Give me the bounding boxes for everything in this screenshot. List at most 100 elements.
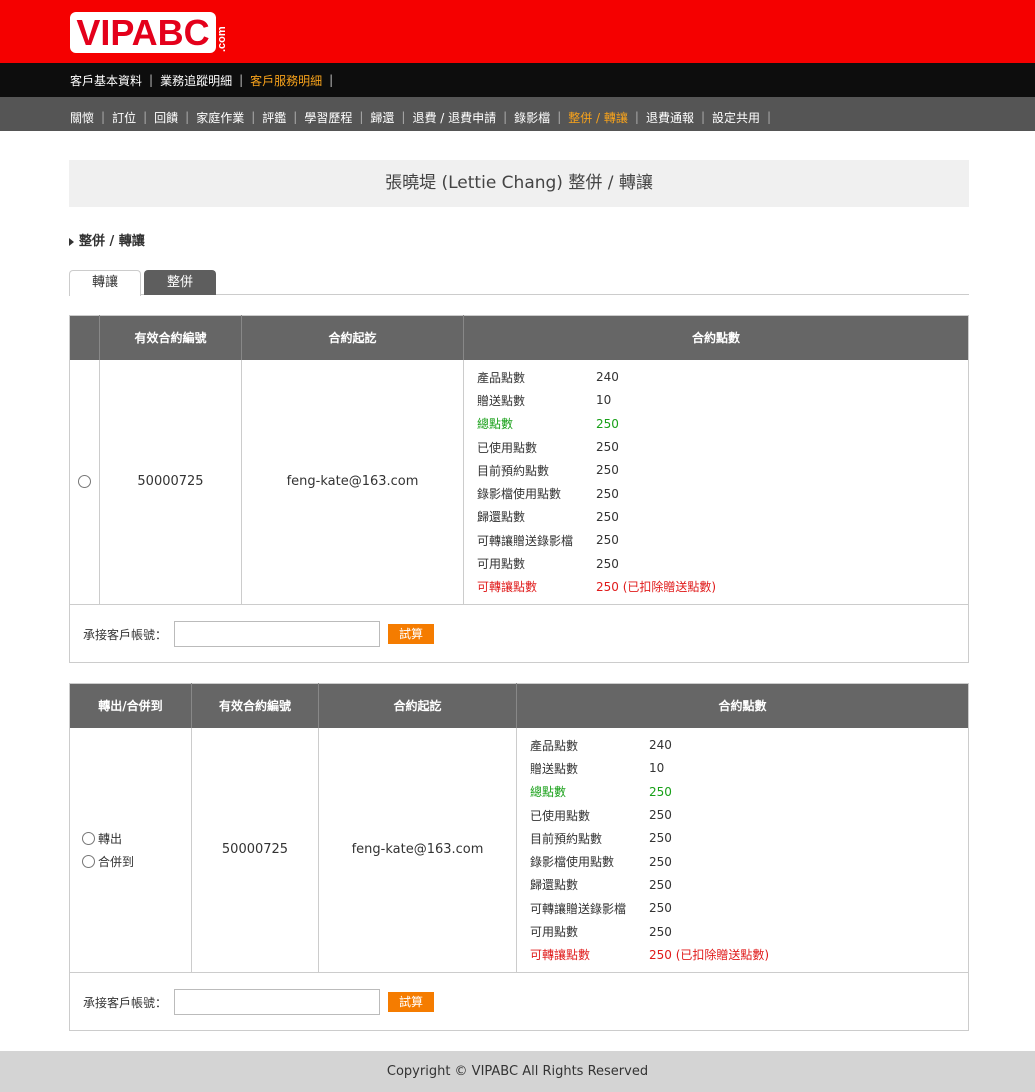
secondary-nav-item[interactable]: 歸還 | xyxy=(370,109,412,126)
tab-merge[interactable]: 整併 xyxy=(144,270,216,295)
secondary-nav-item[interactable]: 家庭作業 | xyxy=(196,109,262,126)
secondary-nav-item[interactable]: 關懷 | xyxy=(70,109,112,126)
secondary-nav-item[interactable]: 學習歷程 | xyxy=(304,109,370,126)
points-row: 可用點數 250 xyxy=(477,552,968,575)
section-heading: 整併 / 轉讓 xyxy=(69,230,145,249)
col-header-direction: 轉出/合併到 xyxy=(69,683,192,728)
points-row: 可轉讓贈送錄影檔 250 xyxy=(530,897,968,920)
secondary-nav-item-label[interactable]: 回饋 xyxy=(154,109,178,126)
vipabc-logo[interactable]: VIPABC xyxy=(70,12,216,53)
contract-no: 50000725 xyxy=(191,727,319,973)
points-row: 目前預約點數 250 xyxy=(477,459,968,482)
primary-nav-item-label[interactable]: 客戶基本資料 xyxy=(70,72,142,89)
points-label: 總點數 xyxy=(530,785,567,800)
secondary-nav-item-label[interactable]: 評鑑 xyxy=(262,109,286,126)
primary-nav-item[interactable]: 業務追蹤明細 | xyxy=(160,72,250,89)
secondary-nav-item-label[interactable]: 歸還 xyxy=(370,109,394,126)
points-row: 贈送點數 10 xyxy=(477,389,968,412)
primary-nav-item[interactable]: 客戶服務明細 | xyxy=(250,72,340,97)
trial-row: 承接客戶帳號： 試算 xyxy=(69,973,969,1031)
top-banner: VIPABC .com xyxy=(0,0,1035,63)
points-value: 250 (已扣除贈送點數) xyxy=(596,580,717,595)
secondary-nav-item[interactable]: 設定共用 | xyxy=(712,109,778,126)
nav-separator: | xyxy=(401,110,406,124)
nav-separator: | xyxy=(251,110,256,124)
points-row: 總點數 250 xyxy=(530,780,968,803)
trial-button[interactable]: 試算 xyxy=(388,624,434,644)
points-label: 可轉讓贈送錄影檔 xyxy=(477,533,574,548)
secondary-nav-item-label[interactable]: 家庭作業 xyxy=(196,109,244,126)
secondary-nav-item[interactable]: 整併 / 轉讓 | xyxy=(568,109,646,126)
points-label: 已使用點數 xyxy=(477,440,538,455)
points-row: 可轉讓點數 250 (已扣除贈送點數) xyxy=(530,943,968,966)
table-row: 50000725 feng-kate@163.com 產品點數 240 贈送點數 10… xyxy=(69,359,969,605)
points-label: 可用點數 xyxy=(477,557,526,572)
secondary-nav-item[interactable]: 錄影檔 | xyxy=(514,109,568,126)
points-row: 錄影檔使用點數 250 xyxy=(530,850,968,873)
radio-merge-to[interactable]: 合併到 xyxy=(70,850,191,873)
table-row: 轉出 合併到 50000725 feng-kate@163.com 產品點數 24… xyxy=(69,727,969,973)
select-cell xyxy=(69,359,100,605)
nav-separator: | xyxy=(329,73,334,87)
secondary-nav-item-label[interactable]: 訂位 xyxy=(112,109,136,126)
secondary-nav-item-label[interactable]: 學習歷程 xyxy=(304,109,352,126)
points-row: 可轉讓點數 250 (已扣除贈送點數) xyxy=(477,575,968,598)
primary-nav-item-label[interactable]: 業務追蹤明細 xyxy=(160,72,232,89)
points-row: 歸還點數 250 xyxy=(477,505,968,528)
points-value: 250 xyxy=(649,924,672,939)
secondary-nav-item-label[interactable]: 設定共用 xyxy=(712,109,760,126)
receiver-account-input[interactable] xyxy=(174,989,380,1015)
radio-icon[interactable] xyxy=(82,831,95,845)
contract-period: feng-kate@163.com xyxy=(241,359,464,605)
points-value: 250 xyxy=(596,509,619,524)
secondary-nav-item[interactable]: 訂位 | xyxy=(112,109,154,126)
primary-nav-item[interactable]: 客戶基本資料 | xyxy=(70,72,160,89)
points-label: 總點數 xyxy=(477,417,514,432)
secondary-nav-item-label[interactable]: 關懷 xyxy=(70,109,94,126)
radio-icon[interactable] xyxy=(82,854,95,868)
points-row: 總點數 250 xyxy=(477,412,968,435)
contract-no: 50000725 xyxy=(99,359,242,605)
nav-separator: | xyxy=(185,110,190,124)
primary-nav-item-label[interactable]: 客戶服務明細 xyxy=(250,72,322,89)
points-label: 目前預約點數 xyxy=(530,831,603,846)
points-label: 贈送點數 xyxy=(530,761,579,776)
points-label: 產品點數 xyxy=(530,738,579,753)
points-label: 歸還點數 xyxy=(477,510,526,525)
points-value: 250 xyxy=(649,784,672,799)
points-value: 250 xyxy=(596,486,619,501)
points-row: 可轉讓贈送錄影檔 250 xyxy=(477,529,968,552)
secondary-nav-item-label[interactable]: 整併 / 轉讓 xyxy=(568,109,628,126)
points-value: 250 xyxy=(649,831,672,846)
nav-separator: | xyxy=(700,110,706,124)
contract-table-merge: 轉出/合併到 有效合約編號 合約起訖 合約點數 轉出 合併到 50000725 … xyxy=(69,683,969,974)
secondary-nav: 關懷 | 訂位 | 回饋 | 家庭作業 | 評鑑 | 學習歷程 | 歸還 | 退費 / 退費申請 | 錄影檔 | 整… xyxy=(0,97,1035,131)
secondary-nav-item-label[interactable]: 退費 / 退費申請 xyxy=(412,109,496,126)
contract-select-radio[interactable] xyxy=(78,475,91,489)
secondary-nav-item[interactable]: 退費通報 | xyxy=(646,109,712,126)
points-label: 已使用點數 xyxy=(530,808,591,823)
radio-transfer-out[interactable]: 轉出 xyxy=(70,827,191,850)
nav-separator: | xyxy=(557,110,562,124)
nav-separator: | xyxy=(767,110,772,124)
points-row: 已使用點數 250 xyxy=(477,435,968,458)
page-title: 張曉堤 (Lettie Chang) 整併 / 轉讓 xyxy=(69,160,969,207)
col-header-contract-period: 合約起訖 xyxy=(318,683,517,728)
secondary-nav-item-label[interactable]: 錄影檔 xyxy=(514,109,550,126)
nav-separator: | xyxy=(149,73,154,87)
secondary-nav-item[interactable]: 退費 / 退費申請 | xyxy=(412,109,514,126)
secondary-nav-item[interactable]: 回饋 | xyxy=(154,109,196,126)
contract-period: feng-kate@163.com xyxy=(318,727,517,973)
trial-button[interactable]: 試算 xyxy=(388,992,434,1012)
secondary-nav-item-label[interactable]: 退費通報 xyxy=(646,109,694,126)
secondary-nav-item[interactable]: 評鑑 | xyxy=(262,109,304,126)
col-header-contract-points: 合約點數 xyxy=(463,315,969,360)
trial-row: 承接客戶帳號： 試算 xyxy=(69,605,969,663)
points-value: 250 xyxy=(649,808,672,823)
tab-transfer[interactable]: 轉讓 xyxy=(69,270,141,296)
receiver-account-input[interactable] xyxy=(174,621,380,647)
nav-separator: | xyxy=(293,110,298,124)
triangle-right-icon xyxy=(69,237,74,246)
points-value: 250 xyxy=(596,533,619,548)
points-value: 250 xyxy=(596,463,619,478)
